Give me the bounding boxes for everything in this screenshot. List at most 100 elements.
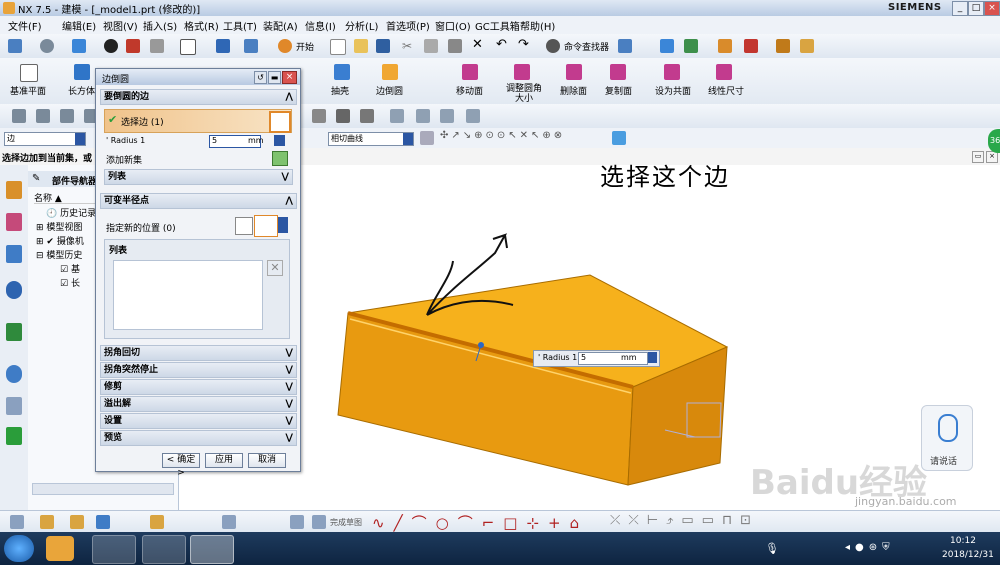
- resize-blend-icon[interactable]: [514, 64, 530, 80]
- part-navigator-icon[interactable]: [6, 245, 22, 263]
- navigator-pin-icon[interactable]: ✎: [32, 173, 40, 184]
- taskbar-nx-icon[interactable]: [190, 535, 234, 564]
- table-icon[interactable]: [440, 109, 454, 123]
- dialog-close-icon[interactable]: ×: [282, 71, 297, 84]
- section-trim-header[interactable]: 修剪 ⋁: [100, 379, 297, 395]
- grid-tool-icon[interactable]: [290, 515, 304, 529]
- tree-item-model-history[interactable]: ⊟ 模型历史: [36, 248, 82, 261]
- constraint-tool-icon[interactable]: [40, 515, 54, 529]
- menu-view[interactable]: 视图(V): [103, 18, 138, 33]
- measure-icon[interactable]: [660, 39, 674, 53]
- section-variable-radius-header[interactable]: 可变半径点 ⋀: [100, 193, 297, 209]
- orient-icon[interactable]: [244, 39, 258, 53]
- point-type-dropdown-icon[interactable]: [278, 217, 288, 233]
- move-face-icon[interactable]: [462, 64, 478, 80]
- tree-item-cameras[interactable]: ⊞ ✔ 摄像机: [36, 234, 84, 247]
- view-icon[interactable]: [40, 39, 54, 53]
- cut-icon[interactable]: ✂: [402, 39, 416, 53]
- datum-plane-button[interactable]: 基准平面: [10, 84, 46, 97]
- curve-icon[interactable]: [312, 109, 326, 123]
- menu-preferences[interactable]: 首选项(P): [386, 18, 430, 33]
- edge-blend-icon[interactable]: [382, 64, 398, 80]
- start-button[interactable]: 开始: [296, 40, 314, 53]
- finish-sketch-icon[interactable]: [312, 515, 326, 529]
- save-icon[interactable]: [376, 39, 390, 53]
- finish-sketch-label[interactable]: 完成草图: [330, 517, 362, 528]
- edge-blend-button[interactable]: 边倒圆: [376, 84, 403, 97]
- shell-icon[interactable]: [334, 64, 350, 80]
- section-settings-header[interactable]: 设置 ⋁: [100, 413, 297, 429]
- infer-point-button[interactable]: [254, 215, 278, 237]
- make-coplanar-button[interactable]: 设为共面: [655, 84, 691, 97]
- menu-help[interactable]: 帮助(H): [520, 18, 555, 33]
- section-corner-setback-header[interactable]: 拐角回切 ⋁: [100, 345, 297, 361]
- tree-item-model-views[interactable]: ⊞ 模型视图: [36, 220, 82, 233]
- roles-icon[interactable]: [6, 427, 22, 445]
- ok-button[interactable]: < 确定 >: [162, 453, 200, 478]
- sketch-tool-icon[interactable]: [150, 515, 164, 529]
- move-tool-icon[interactable]: [70, 515, 84, 529]
- project-icon[interactable]: [336, 109, 350, 123]
- move-face-button[interactable]: 移动面: [456, 84, 483, 97]
- menu-window[interactable]: 窗口(O): [435, 18, 471, 33]
- radius-input[interactable]: 5 mm: [209, 135, 264, 148]
- menu-edit[interactable]: 编辑(E): [62, 18, 96, 33]
- offset-icon[interactable]: [360, 109, 374, 123]
- graphics-window[interactable]: 选择这个边 ' Radius 1 5 mm 请说话 Baidu经验 jingya…: [195, 129, 1000, 510]
- constraint-navigator-icon[interactable]: [6, 213, 22, 231]
- assembly-tool-icon[interactable]: [10, 515, 24, 529]
- points-list-box[interactable]: [113, 260, 263, 330]
- analysis-icon[interactable]: [684, 39, 698, 53]
- mate-tool-icon[interactable]: [96, 515, 110, 529]
- tree-item-history[interactable]: 🕘 历史记录: [46, 206, 96, 219]
- floating-radius-menu-icon[interactable]: [648, 352, 657, 363]
- new-file-icon[interactable]: [330, 39, 346, 55]
- arc-icon[interactable]: [60, 109, 74, 123]
- linear-dimension-icon[interactable]: [716, 64, 732, 80]
- section-corner-stop-header[interactable]: 拐角突然停止 ⋁: [100, 362, 297, 378]
- command-finder-icon[interactable]: [546, 39, 560, 53]
- menu-tools[interactable]: 工具(T): [223, 18, 257, 33]
- sketch-edit-icons[interactable]: ⤫⤫⊢⤴▭▭⊓⊡: [610, 513, 759, 528]
- apply-button[interactable]: 应用: [205, 453, 243, 468]
- redo-icon[interactable]: ↷: [518, 37, 532, 52]
- open-icon[interactable]: [354, 39, 368, 53]
- menu-assembly[interactable]: 装配(A): [263, 18, 298, 33]
- delete-face-button[interactable]: 删除面: [560, 84, 587, 97]
- select-edge-row[interactable]: ✔ 选择边 (1): [104, 109, 292, 133]
- cube-selection-icon[interactable]: [612, 131, 626, 145]
- command-finder-button[interactable]: 命令查找器: [564, 40, 609, 53]
- section-icon[interactable]: [126, 39, 140, 53]
- maximize-button[interactable]: □: [968, 1, 984, 16]
- line-icon[interactable]: [36, 109, 50, 123]
- notification-badge[interactable]: 36: [988, 129, 1000, 153]
- undo-icon[interactable]: ↶: [496, 37, 510, 52]
- block-icon[interactable]: [74, 64, 90, 80]
- menu-file[interactable]: 文件(F): [8, 18, 42, 33]
- restore-panel-button[interactable]: ▭: [972, 151, 984, 163]
- info-icon[interactable]: [618, 39, 632, 53]
- radius-menu-icon[interactable]: [274, 135, 285, 146]
- taskbar-browser-icon[interactable]: [142, 535, 186, 564]
- sketch-icon[interactable]: [12, 109, 26, 123]
- menu-insert[interactable]: 插入(S): [143, 18, 177, 33]
- datum-tool-icon[interactable]: [222, 515, 236, 529]
- cube-icon[interactable]: [72, 39, 86, 53]
- paste-icon[interactable]: [448, 39, 462, 53]
- system-materials-icon[interactable]: [6, 397, 22, 415]
- menu-info[interactable]: 信息(I): [305, 18, 336, 33]
- list-header[interactable]: 列表 ⋁: [104, 169, 293, 185]
- taskbar-app-1-icon[interactable]: [46, 536, 74, 561]
- dialog-reset-icon[interactable]: ↺: [254, 71, 267, 84]
- drafting-icon[interactable]: [800, 39, 814, 53]
- render-icon[interactable]: [104, 39, 118, 53]
- start-button[interactable]: [4, 535, 34, 562]
- menu-gc-toolbox[interactable]: GC工具箱: [475, 18, 520, 33]
- section-edges-header[interactable]: 要倒圆的边 ⋀: [100, 89, 297, 105]
- close-button[interactable]: ×: [984, 1, 1000, 16]
- datum-plane-icon[interactable]: [20, 64, 38, 82]
- shell-button[interactable]: 抽壳: [331, 84, 349, 97]
- reuse-library-icon[interactable]: [6, 281, 22, 299]
- triangle-icon[interactable]: [390, 109, 404, 123]
- selection-mode-icon[interactable]: [420, 131, 434, 145]
